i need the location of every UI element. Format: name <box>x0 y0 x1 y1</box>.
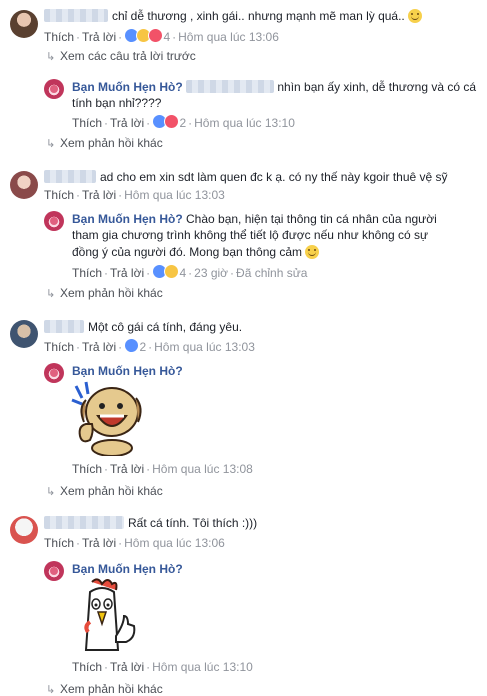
reply-arrow-icon: ↳ <box>46 288 56 300</box>
reply-button[interactable]: Trả lời <box>82 340 116 354</box>
reply-arrow-icon: ↳ <box>46 138 56 150</box>
like-button[interactable]: Thích <box>72 266 102 280</box>
reply-button[interactable]: Trả lời <box>110 462 144 476</box>
reaction-summary[interactable]: 2 <box>124 338 146 354</box>
page-name-link[interactable]: Bạn Muốn Hẹn Hò? <box>72 212 183 226</box>
reaction-summary[interactable]: 4 <box>124 28 170 44</box>
reply-text: Bạn Muốn Hẹn Hò? Chào bạn, hiện tại thôn… <box>72 212 437 226</box>
reply-author: Bạn Muốn Hẹn Hò? <box>72 364 183 378</box>
reply-text-line2: tham gia chương trình không thể tiết lộ … <box>72 228 429 242</box>
reply-actions: Thích · Trả lời · Hôm qua lúc 13:08 <box>72 462 253 476</box>
reply-text-line3: đồng ý của người đó. Mong bạn thông cảm <box>72 245 320 259</box>
reply-arrow-icon: ↳ <box>46 51 56 63</box>
commenter-avatar[interactable] <box>10 171 38 199</box>
comment-actions: Thích · Trả lời · Hôm qua lúc 13:06 <box>44 536 225 550</box>
view-previous-replies[interactable]: ↳ Xem các câu trả lời trước <box>46 49 196 63</box>
reply-arrow-icon: ↳ <box>46 486 56 498</box>
commenter-name-blurred[interactable] <box>44 320 84 333</box>
love-reaction-icon <box>164 114 180 129</box>
comment-text: ad cho em xin sdt làm quen đc k ạ. có ny… <box>100 170 448 184</box>
view-more-replies[interactable]: ↳ Xem phản hồi khác <box>46 682 163 696</box>
comment-text: Rất cá tính. Tôi thích :))) <box>128 516 258 530</box>
timestamp[interactable]: Hôm qua lúc 13:03 <box>124 188 225 202</box>
timestamp[interactable]: Hôm qua lúc 13:10 <box>152 660 253 674</box>
timestamp[interactable]: 23 giờ <box>194 266 228 280</box>
reply-button[interactable]: Trả lời <box>110 266 144 280</box>
like-button[interactable]: Thích <box>72 462 102 476</box>
reply-actions: Thích · Trả lời · 2 · Hôm qua lúc 13:10 <box>72 114 295 130</box>
commenter-avatar[interactable] <box>10 320 38 348</box>
commenter-name-blurred[interactable] <box>44 516 124 529</box>
page-avatar[interactable] <box>44 561 64 581</box>
reply-button[interactable]: Trả lời <box>110 660 144 674</box>
like-button[interactable]: Thích <box>44 30 74 44</box>
commenter-avatar[interactable] <box>10 10 38 38</box>
page-avatar[interactable] <box>44 363 64 383</box>
commenter-name-blurred[interactable] <box>44 170 96 183</box>
haha-reaction-icon <box>164 264 180 279</box>
mention-blurred[interactable] <box>186 80 274 93</box>
view-more-replies[interactable]: ↳ Xem phản hồi khác <box>46 136 163 150</box>
page-name-link[interactable]: Bạn Muốn Hẹn Hò? <box>72 562 183 576</box>
edited-label[interactable]: Đã chỉnh sửa <box>236 266 307 280</box>
timestamp[interactable]: Hôm qua lúc 13:10 <box>194 116 295 130</box>
like-button[interactable]: Thích <box>44 188 74 202</box>
comment-text: Một cô gái cá tính, đáng yêu. <box>88 320 243 334</box>
reply-actions: Thích · Trả lời · Hôm qua lúc 13:10 <box>72 660 253 674</box>
like-reaction-icon <box>124 338 140 353</box>
like-button[interactable]: Thích <box>44 340 74 354</box>
thumbs-up-dog-sticker[interactable] <box>68 378 146 456</box>
view-more-replies[interactable]: ↳ Xem phản hồi khác <box>46 484 163 498</box>
page-name-link[interactable]: Bạn Muốn Hẹn Hò? <box>72 80 183 94</box>
smile-emoji-icon <box>305 245 320 259</box>
reply-text-line2: tính bạn nhỉ???? <box>72 96 162 110</box>
comment-actions: Thích · Trả lời · 4 · Hôm qua lúc 13:06 <box>44 28 279 44</box>
reply-button[interactable]: Trả lời <box>82 536 116 550</box>
reply-button[interactable]: Trả lời <box>82 30 116 44</box>
reply-button[interactable]: Trả lời <box>110 116 144 130</box>
comment-text: chỉ dễ thương , xinh gái.. nhưng mạnh mẽ… <box>112 9 423 23</box>
like-button[interactable]: Thích <box>72 116 102 130</box>
commenter-name-blurred[interactable] <box>44 9 108 22</box>
timestamp[interactable]: Hôm qua lúc 13:03 <box>154 340 255 354</box>
commenter-avatar[interactable] <box>10 516 38 544</box>
reply-arrow-icon: ↳ <box>46 684 56 696</box>
timestamp[interactable]: Hôm qua lúc 13:06 <box>178 30 279 44</box>
rooster-thumbs-up-sticker[interactable] <box>72 576 138 654</box>
comment-actions: Thích · Trả lời · Hôm qua lúc 13:03 <box>44 188 225 202</box>
reply-actions: Thích · Trả lời · 4 · 23 giờ · Đã chỉnh sửa <box>72 264 308 280</box>
page-avatar[interactable] <box>44 79 64 99</box>
comment-actions: Thích · Trả lời · 2 · Hôm qua lúc 13:03 <box>44 338 255 354</box>
smile-emoji-icon <box>408 9 423 23</box>
reaction-summary[interactable]: 2 <box>152 114 186 130</box>
timestamp[interactable]: Hôm qua lúc 13:08 <box>152 462 253 476</box>
love-reaction-icon <box>148 28 164 43</box>
reply-author: Bạn Muốn Hẹn Hò? <box>72 562 183 576</box>
like-button[interactable]: Thích <box>44 536 74 550</box>
page-avatar[interactable] <box>44 211 64 231</box>
like-button[interactable]: Thích <box>72 660 102 674</box>
reply-text: Bạn Muốn Hẹn Hò? nhìn bạn ấy xinh, dễ th… <box>72 80 477 94</box>
reply-button[interactable]: Trả lời <box>82 188 116 202</box>
timestamp[interactable]: Hôm qua lúc 13:06 <box>124 536 225 550</box>
view-more-replies[interactable]: ↳ Xem phản hồi khác <box>46 286 163 300</box>
page-name-link[interactable]: Bạn Muốn Hẹn Hò? <box>72 364 183 378</box>
reaction-summary[interactable]: 4 <box>152 264 186 280</box>
